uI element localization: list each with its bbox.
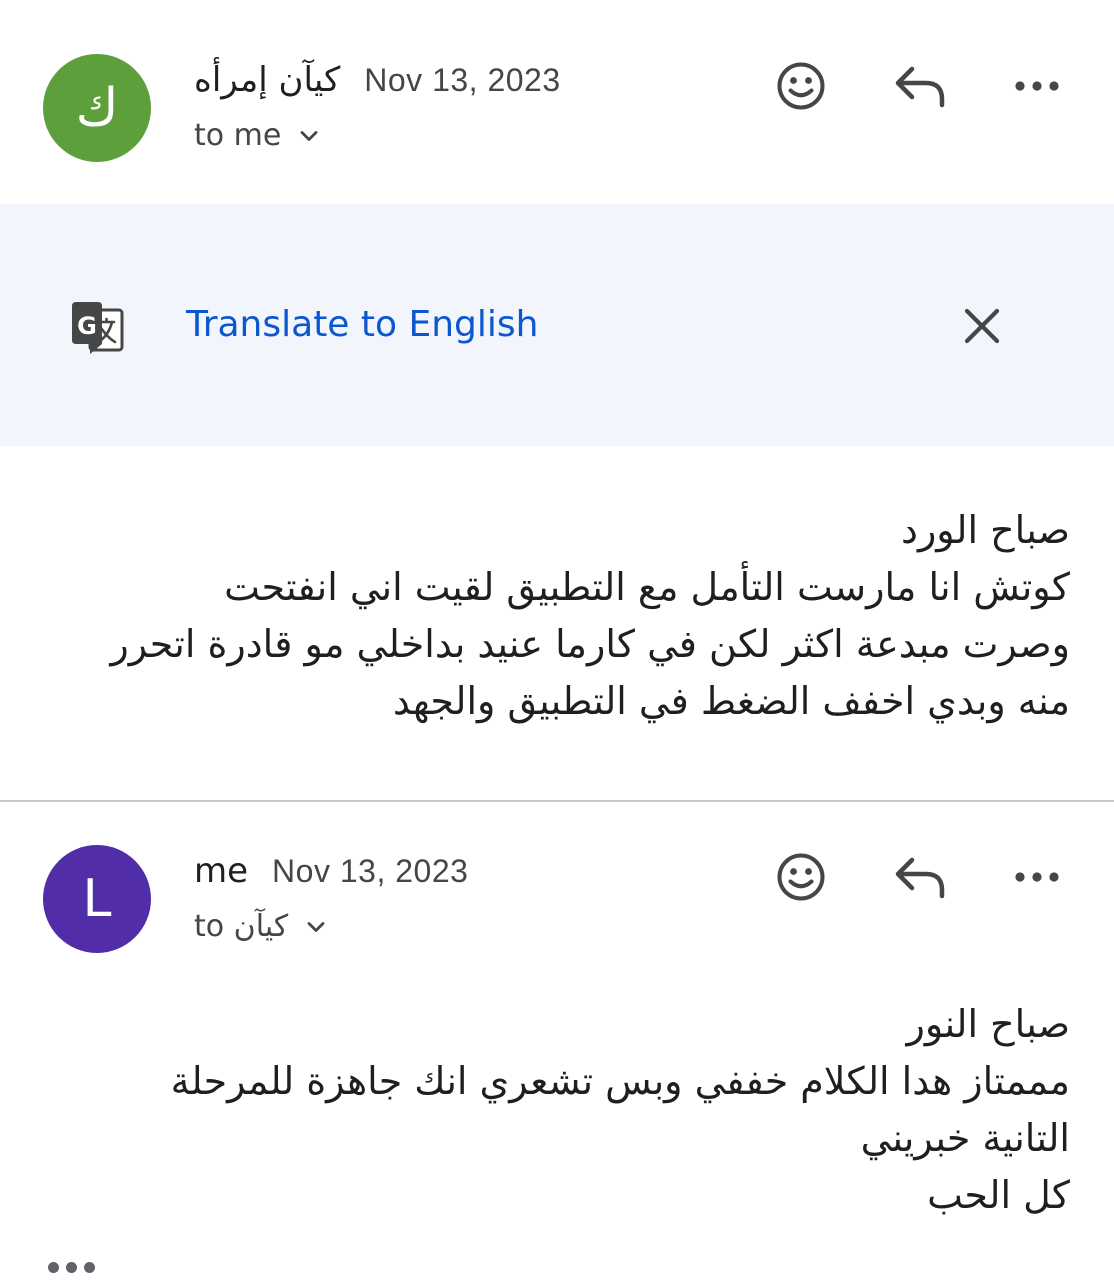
reply-button[interactable]: [888, 845, 952, 909]
body-line: التانية خبريني: [860, 1116, 1070, 1160]
body-line: منه وبدي اخفف الضغط في التطبيق والجهد: [392, 679, 1070, 723]
emoji-smile-icon: [777, 853, 825, 901]
svg-text:G: G: [77, 312, 97, 340]
sender-name: كيآن إمرأه: [194, 60, 341, 100]
recipient-details-toggle[interactable]: to me: [194, 118, 323, 153]
reply-button[interactable]: [888, 54, 952, 118]
message-date: Nov 13, 2023: [272, 853, 469, 889]
body-line: صباح الورد: [901, 508, 1070, 552]
body-line: وصرت مبدعة اكثر لكن في كارما عنيد بداخلي…: [110, 622, 1070, 666]
message-date: Nov 13, 2023: [364, 62, 561, 98]
recipient-text: to كيآن: [194, 909, 289, 944]
show-trimmed-content-icon[interactable]: [48, 1262, 95, 1273]
reply-arrow-icon: [895, 66, 945, 108]
recipient-text: to me: [194, 118, 282, 153]
avatar-letter: ك: [75, 78, 119, 138]
body-line: كل الحب: [927, 1173, 1070, 1217]
chevron-down-icon: [300, 130, 318, 141]
message-header-1[interactable]: ك كيآن إمرأه Nov 13, 2023 to me: [0, 0, 1114, 162]
body-line: كوتش انا مارست التأمل مع التطبيق لقيت ان…: [224, 565, 1070, 609]
react-button[interactable]: [769, 845, 833, 909]
sender-name: me: [194, 851, 249, 891]
emoji-smile-icon: [777, 62, 825, 110]
avatar-letter: L: [82, 869, 112, 929]
recipient-details-toggle[interactable]: to كيآن: [194, 909, 330, 944]
trimmed-dot: [84, 1262, 95, 1273]
trimmed-dot: [48, 1262, 59, 1273]
more-horizontal-icon: [1015, 872, 1059, 882]
message-header-2[interactable]: L me Nov 13, 2023 to كيآن: [0, 791, 1114, 953]
message-body-1: صباح الورد كوتش انا مارست التأمل مع التط…: [40, 502, 1070, 730]
more-options-button[interactable]: [1005, 845, 1069, 909]
sender-avatar[interactable]: L: [43, 845, 151, 953]
body-line: مممتاز هدا الكلام خففي وبس تشعري انك جاه…: [170, 1059, 1070, 1103]
translate-banner: G Translate to English: [0, 204, 1114, 446]
chevron-down-icon: [307, 921, 325, 932]
reply-arrow-icon: [895, 857, 945, 899]
sender-avatar[interactable]: ك: [43, 54, 151, 162]
more-options-button[interactable]: [1005, 54, 1069, 118]
body-line: صباح النور: [906, 1002, 1070, 1046]
trimmed-dot: [66, 1262, 77, 1273]
message-body-2: صباح النور مممتاز هدا الكلام خففي وبس تش…: [40, 996, 1070, 1224]
sender-line: me Nov 13, 2023: [194, 851, 468, 891]
sender-line: كيآن إمرأه Nov 13, 2023: [194, 60, 561, 100]
more-horizontal-icon: [1015, 81, 1059, 91]
react-button[interactable]: [769, 54, 833, 118]
google-translate-icon: G: [72, 302, 124, 354]
translate-link[interactable]: Translate to English: [186, 304, 538, 345]
close-icon[interactable]: [958, 302, 1006, 350]
